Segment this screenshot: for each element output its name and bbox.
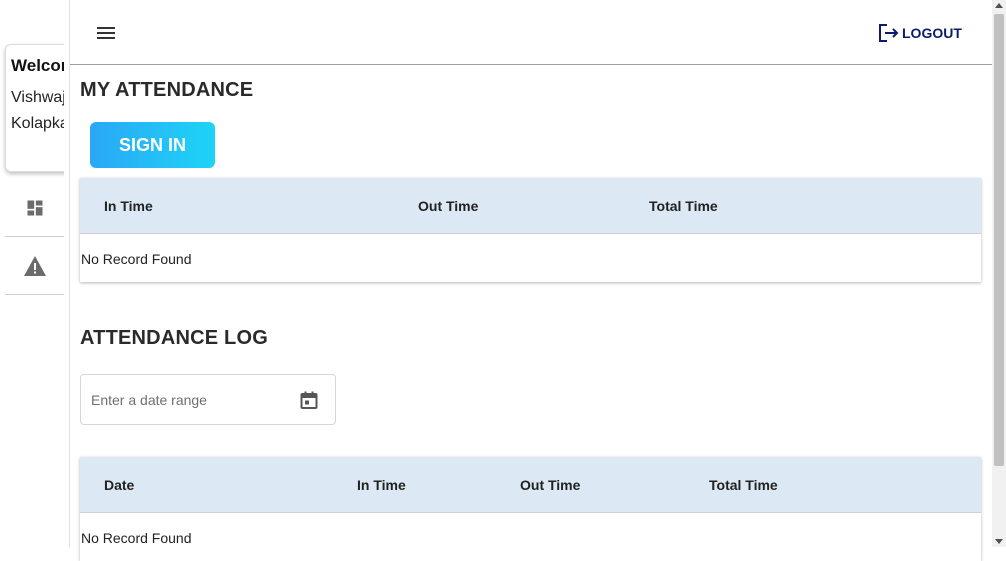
calendar-icon xyxy=(300,391,318,409)
table-header-row: In Time Out Time Total Time xyxy=(80,178,981,234)
column-header-total-time: Total Time xyxy=(709,477,778,493)
user-last-name: Kolapkar xyxy=(11,115,70,132)
user-first-name: Vishwajeet xyxy=(11,89,69,106)
welcome-title: Welcome xyxy=(11,56,69,75)
calendar-button[interactable] xyxy=(299,390,319,410)
attendance-log-title: ATTENDANCE LOG xyxy=(80,327,268,349)
warning-icon xyxy=(23,256,46,276)
table-row: No Record Found xyxy=(80,234,981,282)
menu-button[interactable] xyxy=(94,22,118,44)
column-header-in-time: In Time xyxy=(104,198,153,214)
top-app-bar: LOGOUT xyxy=(70,0,992,65)
menu-icon xyxy=(97,27,115,39)
logout-button[interactable]: LOGOUT xyxy=(878,22,962,44)
empty-message: No Record Found xyxy=(81,251,192,267)
logout-label: LOGOUT xyxy=(902,25,962,41)
column-header-out-time: Out Time xyxy=(520,477,581,493)
table-header-row: Date In Time Out Time Total Time xyxy=(80,457,981,513)
date-range-field xyxy=(80,374,336,425)
sidebar: Welcome Vishwajeet Kolapkar xyxy=(0,0,70,547)
vertical-scrollbar[interactable] xyxy=(992,0,1006,547)
date-range-input[interactable] xyxy=(91,390,281,410)
scroll-down-arrow[interactable] xyxy=(995,539,1003,544)
sidebar-item-dashboard[interactable] xyxy=(5,180,64,237)
scroll-up-arrow[interactable] xyxy=(995,3,1003,8)
column-header-total-time: Total Time xyxy=(649,198,718,214)
column-header-in-time: In Time xyxy=(357,477,406,493)
my-attendance-title: MY ATTENDANCE xyxy=(80,79,254,101)
table-row: No Record Found xyxy=(80,513,981,561)
column-header-date: Date xyxy=(104,477,135,493)
column-header-out-time: Out Time xyxy=(418,198,479,214)
my-attendance-table: In Time Out Time Total Time No Record Fo… xyxy=(80,178,981,282)
dashboard-icon xyxy=(27,200,42,216)
sidebar-item-alerts[interactable] xyxy=(5,238,64,295)
scroll-thumb[interactable] xyxy=(994,14,1004,466)
logout-icon xyxy=(879,24,899,42)
attendance-log-table: Date In Time Out Time Total Time No Reco… xyxy=(80,457,981,561)
empty-message: No Record Found xyxy=(81,530,192,546)
welcome-card: Welcome Vishwajeet Kolapkar xyxy=(5,44,70,172)
sign-in-button[interactable]: SIGN IN xyxy=(90,122,215,168)
